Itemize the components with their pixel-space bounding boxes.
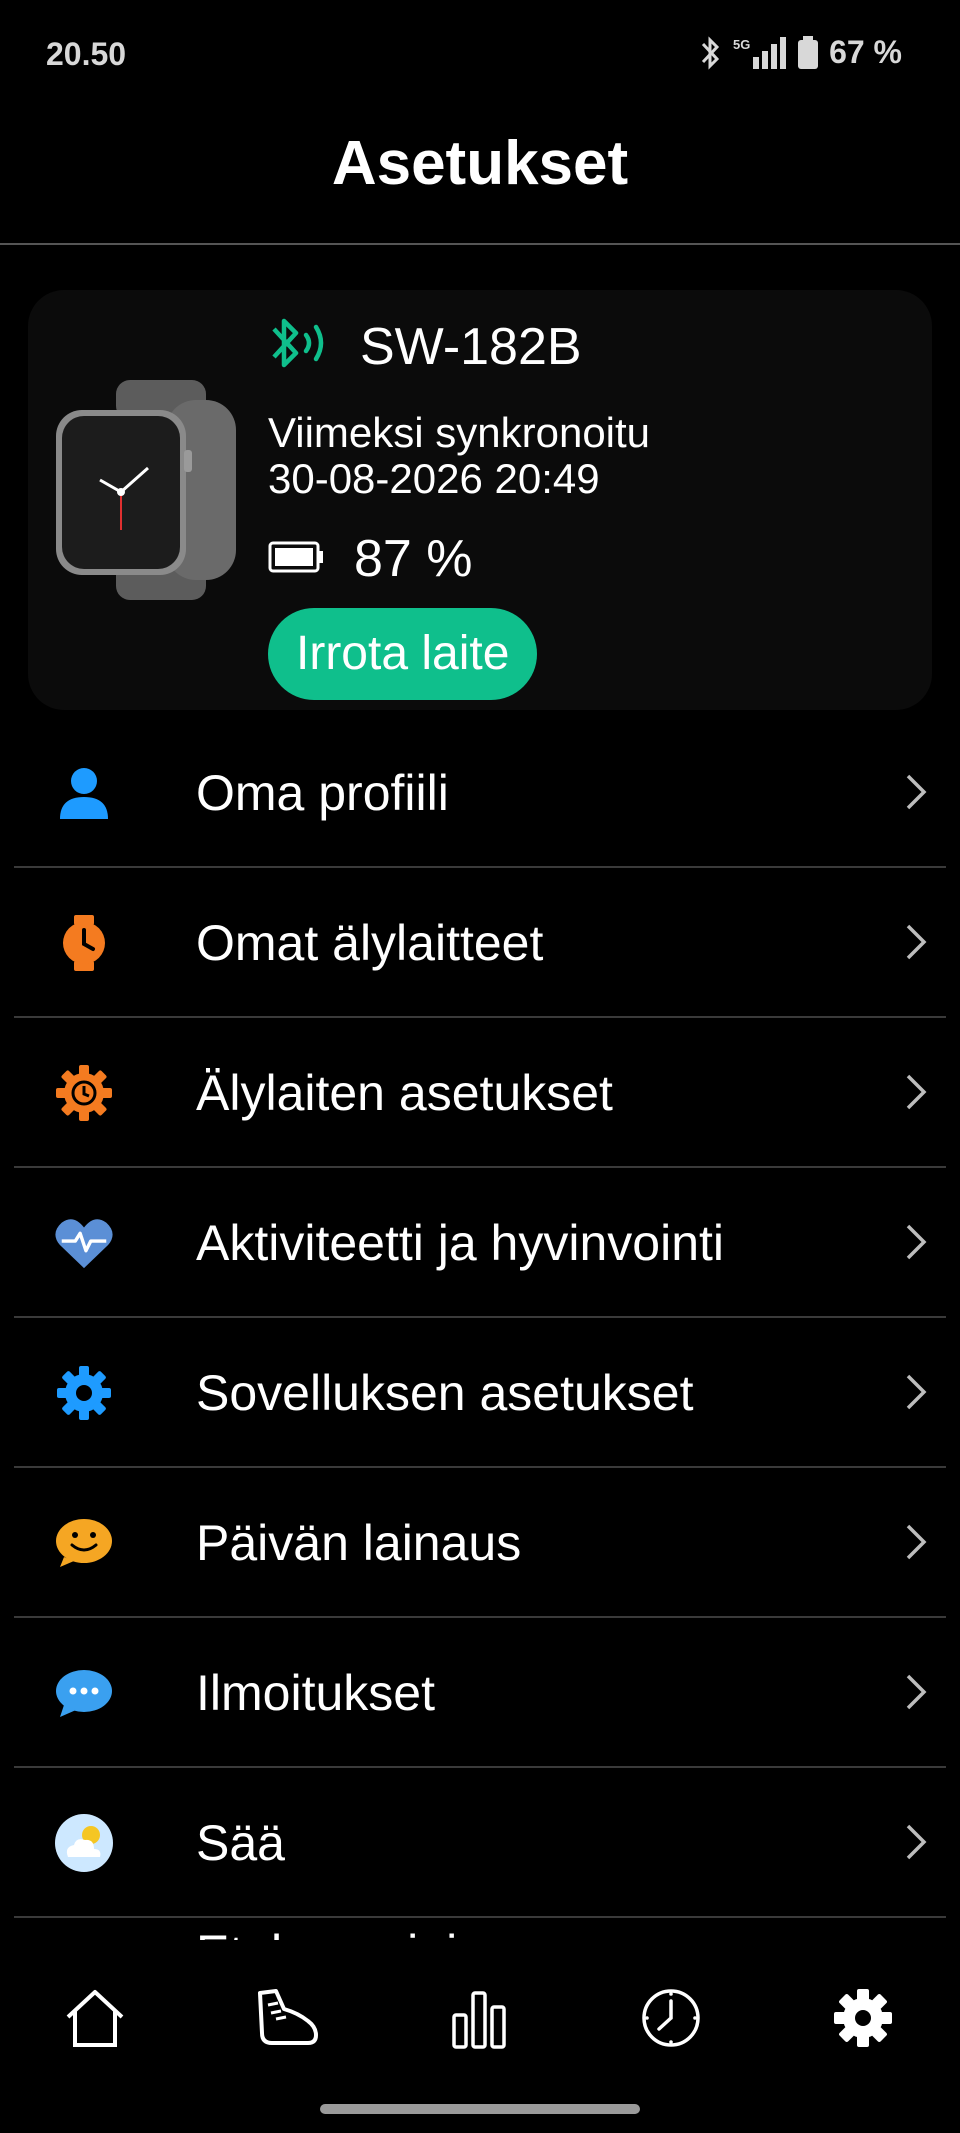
chevron-right-icon (904, 772, 928, 817)
chevron-right-icon (904, 1822, 928, 1867)
page-title: Asetukset (331, 129, 629, 198)
battery-status-icon (797, 35, 819, 71)
chevron-right-icon (904, 1522, 928, 1567)
header-divider (0, 243, 960, 245)
settings-menu: Oma profiili Omat älylaitteet Älylaiten … (14, 718, 946, 1918)
chevron-right-icon (904, 1672, 928, 1717)
menu-item-partial[interactable]: Etukammioinen (196, 1918, 541, 1940)
weather-icon (54, 1813, 114, 1873)
home-icon[interactable] (55, 1978, 135, 2058)
smiley-chat-icon (54, 1513, 114, 1573)
menu-item-label: Sää (196, 1815, 285, 1871)
disconnect-button[interactable]: Irrota laite (268, 608, 538, 700)
menu-item-device-settings[interactable]: Älylaiten asetukset (14, 1018, 946, 1168)
running-shoe-icon[interactable] (247, 1978, 327, 2058)
person-icon (54, 763, 114, 823)
signal-icon: 5G (733, 35, 787, 71)
message-icon (54, 1663, 114, 1723)
menu-item-label: Sovelluksen asetukset (196, 1365, 694, 1421)
smartwatch-image (56, 380, 236, 605)
bluetooth-icon (699, 35, 723, 71)
menu-item-devices[interactable]: Omat älylaitteet (14, 868, 946, 1018)
device-name: SW-182B (360, 318, 582, 376)
device-info: SW-182B Viimeksi synkronoitu 30-08-2026 … (268, 312, 650, 700)
settings-tab-gear-icon[interactable] (823, 1978, 903, 2058)
menu-item-label: Omat älylaitteet (196, 915, 544, 971)
chevron-right-icon (904, 1222, 928, 1267)
home-indicator[interactable] (320, 2104, 640, 2114)
battery-icon (268, 539, 324, 580)
menu-item-profile[interactable]: Oma profiili (14, 718, 946, 868)
watch-settings-icon (54, 1063, 114, 1123)
status-bar: 20.50 5G 67 % (0, 0, 960, 110)
menu-item-weather[interactable]: Sää (14, 1768, 946, 1918)
menu-item-label: Älylaiten asetukset (196, 1065, 613, 1121)
status-time: 20.50 (46, 36, 127, 72)
menu-item-label: Ilmoitukset (196, 1665, 435, 1721)
svg-text:5G: 5G (733, 37, 750, 52)
clock-icon[interactable] (631, 1978, 711, 2058)
menu-item-label: Päivän lainaus (196, 1515, 522, 1571)
menu-item-label: Aktiviteetti ja hyvinvointi (196, 1215, 725, 1271)
bluetooth-connected-icon (268, 313, 334, 382)
bottom-tab-bar (0, 1950, 960, 2133)
device-battery: 87 % (354, 530, 473, 588)
menu-item-app-settings[interactable]: Sovelluksen asetukset (14, 1318, 946, 1468)
chevron-right-icon (904, 922, 928, 967)
chevron-right-icon (904, 1072, 928, 1117)
bar-chart-icon[interactable] (439, 1978, 519, 2058)
device-card: SW-182B Viimeksi synkronoitu 30-08-2026 … (28, 290, 932, 710)
chevron-right-icon (904, 1372, 928, 1417)
sync-date: 30-08-2026 20:49 (268, 455, 600, 502)
smartwatch-icon (54, 913, 114, 973)
menu-item-label: Oma profiili (196, 765, 449, 821)
status-battery: 67 % (829, 34, 902, 70)
menu-item-activity[interactable]: Aktiviteetti ja hyvinvointi (14, 1168, 946, 1318)
heart-pulse-icon (54, 1213, 114, 1273)
sync-label: Viimeksi synkronoitu (268, 409, 651, 456)
menu-item-quote[interactable]: Päivän lainaus (14, 1468, 946, 1618)
menu-item-label: Etukammioinen (196, 1918, 541, 1940)
menu-item-notifications[interactable]: Ilmoitukset (14, 1618, 946, 1768)
gear-icon (54, 1363, 114, 1423)
status-icons: 5G 67 % (699, 34, 902, 71)
